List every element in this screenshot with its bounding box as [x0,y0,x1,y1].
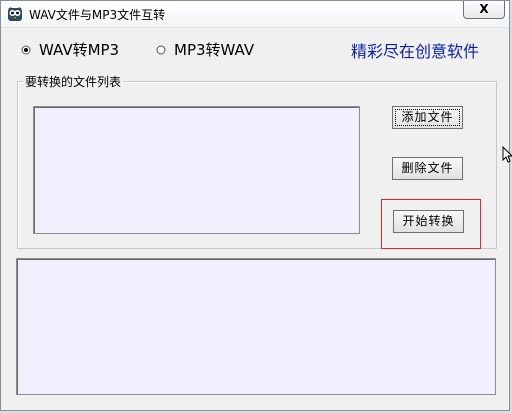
output-log-area[interactable] [16,258,496,395]
mouse-pointer-icon [502,145,512,164]
radio-mp3-to-wav[interactable]: MP3转WAV [156,39,254,60]
window-title: WAV文件与MP3文件互转 [29,8,166,22]
file-list-box[interactable] [33,106,360,234]
radio-wav-to-mp3-label: WAV转MP3 [39,41,120,59]
file-list-group-legend: 要转换的文件列表 [23,73,124,90]
title-bar[interactable]: WAV文件与MP3文件互转 X [1,1,509,28]
close-button[interactable]: X [463,1,505,19]
radio-wav-to-mp3[interactable]: WAV转MP3 [21,39,119,60]
add-file-button[interactable]: 添加文件 [392,106,463,129]
start-convert-button[interactable]: 开始转换 [393,210,464,233]
main-window: WAV文件与MP3文件互转 X WAV转MP3 MP3转WAV 精彩尽在创意软件… [0,0,510,411]
owl-app-icon [7,6,23,22]
slogan-text: 精彩尽在创意软件 [351,42,480,61]
radio-unselected-icon[interactable] [156,45,166,55]
radio-mp3-to-wav-label: MP3转WAV [174,41,255,59]
radio-selected-icon[interactable] [21,45,31,55]
delete-file-button[interactable]: 删除文件 [392,157,463,180]
